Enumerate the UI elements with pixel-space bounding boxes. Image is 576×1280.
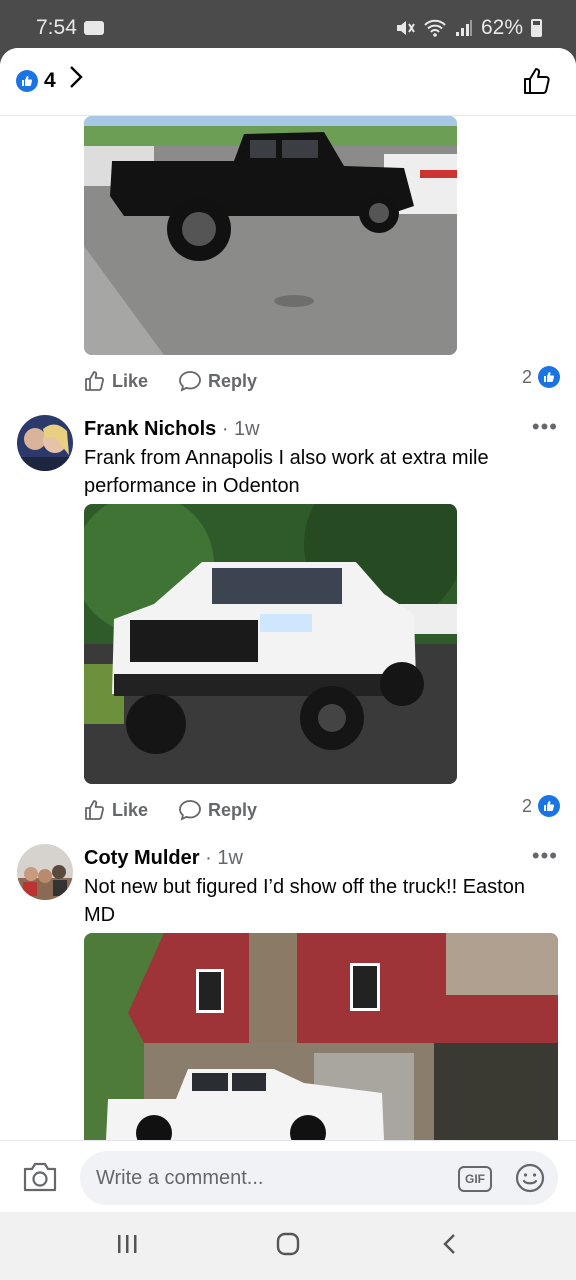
emoji-icon[interactable] — [514, 1162, 546, 1199]
like-label: Like — [112, 799, 149, 820]
comment-composer: Write a comment... GIF — [0, 1140, 576, 1212]
mute-icon — [396, 21, 415, 35]
like-outline-icon — [85, 371, 104, 391]
like-action[interactable]: Like — [84, 799, 148, 821]
more-options-icon[interactable]: ••• — [532, 843, 558, 869]
like-badge-icon[interactable] — [16, 70, 38, 92]
like-badge-icon — [538, 795, 560, 817]
more-options-icon[interactable]: ••• — [532, 414, 558, 440]
comment-text: Frank from Annapolis I also work at extr… — [84, 447, 489, 497]
avatar[interactable] — [17, 415, 73, 471]
status-time: 7:54 — [36, 16, 77, 39]
chevron-right-icon[interactable] — [68, 64, 84, 97]
comment-header: Coty Mulder · 1w — [84, 847, 243, 870]
like-label: Like — [112, 370, 149, 391]
status-bar: 7:54 62% — [0, 0, 576, 52]
comment-reaction-count[interactable]: 2 — [522, 795, 560, 817]
author-name[interactable]: Frank Nichols — [84, 418, 216, 440]
comment-time: · 1w — [205, 847, 243, 869]
comment-photo-white-truck[interactable] — [84, 504, 457, 784]
avatar[interactable] — [17, 844, 73, 900]
reaction-number: 2 — [521, 366, 532, 387]
message-notification-icon — [84, 21, 104, 35]
like-badge-icon — [538, 366, 560, 388]
battery-icon — [531, 19, 542, 37]
signal-icon — [455, 20, 472, 36]
status-icons: 62% — [395, 16, 542, 40]
reaction-number: 2 — [521, 795, 532, 816]
comment-input[interactable]: Write a comment... GIF — [80, 1151, 558, 1205]
comment-photo-house-truck[interactable] — [84, 933, 558, 1140]
reply-bubble-icon — [179, 371, 201, 392]
comment-photo-black-truck[interactable] — [84, 116, 457, 355]
comment-reaction-count[interactable]: 2 — [522, 366, 560, 388]
battery-percent: 62% — [480, 16, 523, 39]
wifi-icon — [424, 19, 446, 37]
reply-action[interactable]: Reply — [178, 370, 257, 392]
thumbs-up-icon[interactable] — [522, 66, 552, 101]
comment-text: Not new but figured I’d show off the tru… — [84, 876, 525, 926]
like-outline-icon — [85, 800, 104, 820]
reply-action[interactable]: Reply — [178, 799, 257, 821]
recent-apps-icon[interactable] — [116, 1232, 138, 1261]
reactions-header: 4 — [0, 48, 576, 116]
comment-actions: Like Reply — [84, 799, 257, 821]
reply-bubble-icon — [179, 800, 201, 821]
reply-label: Reply — [208, 799, 258, 820]
comment-time: · 1w — [221, 418, 260, 440]
like-action[interactable]: Like — [84, 370, 148, 392]
reaction-count[interactable]: 4 — [44, 69, 56, 93]
comment-placeholder: Write a comment... — [96, 1167, 264, 1189]
back-icon[interactable] — [440, 1232, 460, 1261]
author-name[interactable]: Coty Mulder — [84, 847, 200, 869]
camera-icon[interactable] — [22, 1161, 58, 1198]
comments-sheet: 4 Like Reply 2 Frank Nichols · 1w ••• Fr… — [0, 48, 576, 1212]
reply-label: Reply — [208, 370, 258, 391]
gif-button[interactable]: GIF — [458, 1166, 492, 1192]
comment-actions: Like Reply — [84, 370, 257, 392]
home-icon[interactable] — [276, 1232, 300, 1261]
comment-header: Frank Nichols · 1w — [84, 418, 260, 441]
android-nav-bar — [0, 1212, 576, 1280]
